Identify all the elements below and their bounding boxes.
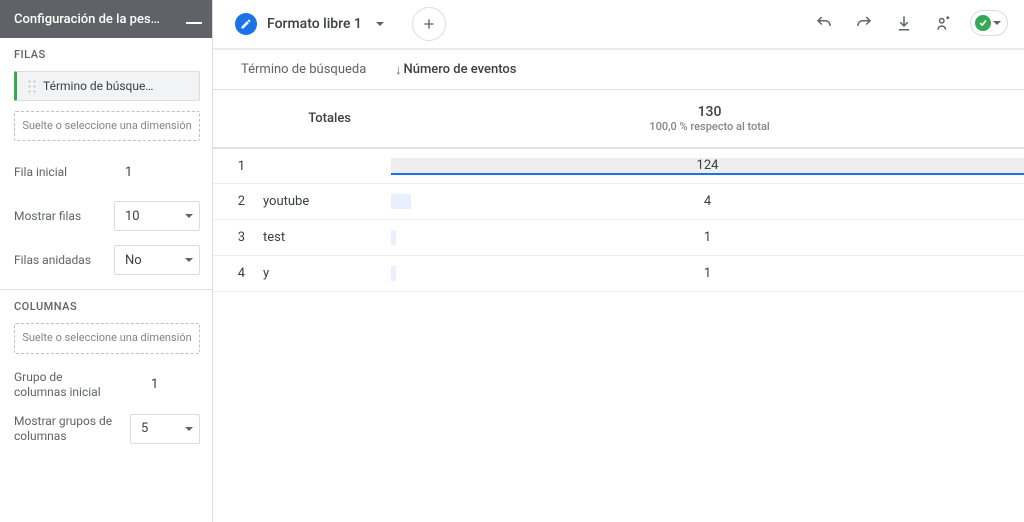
show-rows-label: Mostrar filas <box>14 209 81 223</box>
col-group-start-label: Grupo de columnas inicial <box>14 370 114 399</box>
metric-column-header[interactable]: ↓ Número de eventos <box>391 62 1024 78</box>
minimize-icon[interactable] <box>186 22 202 24</box>
row-metric: 4 <box>391 194 1024 209</box>
undo-button[interactable] <box>810 9 838 37</box>
col-group-start-input[interactable]: 1 <box>140 370 200 400</box>
row-index: 2 <box>213 194 263 209</box>
chevron-down-icon <box>185 258 193 262</box>
main-area: Formato libre 1 <box>213 0 1024 522</box>
totals-subtext: 100,0 % respecto al total <box>649 120 769 133</box>
download-button[interactable] <box>890 9 918 37</box>
share-button[interactable] <box>930 9 958 37</box>
start-row-label: Fila inicial <box>14 165 67 179</box>
sidebar-header: Configuración de la pes… <box>0 0 212 38</box>
sidebar-title: Configuración de la pes… <box>14 12 160 27</box>
row-value: 1 <box>704 230 711 245</box>
nested-rows-select[interactable]: No <box>114 245 200 275</box>
row-value: 1 <box>704 266 711 281</box>
chevron-down-icon <box>185 427 193 431</box>
settings-sidebar: Configuración de la pes… FILAS Término d… <box>0 0 213 522</box>
exploration-tab[interactable]: Formato libre 1 <box>235 13 384 35</box>
totals-row: Totales 130 100,0 % respecto al total <box>213 90 1024 148</box>
row-value: 124 <box>697 158 719 173</box>
bar-fill <box>391 194 411 209</box>
show-col-groups-label: Mostrar grupos de columnas <box>14 414 114 443</box>
chevron-down-icon[interactable] <box>376 22 384 26</box>
totals-label: Totales <box>213 111 391 126</box>
table-row[interactable]: 3test 1 <box>213 220 1024 256</box>
table-row[interactable]: 1 124 <box>213 148 1024 184</box>
dim-column-header[interactable]: Término de búsqueda <box>213 62 391 77</box>
show-rows-select[interactable]: 10 <box>114 201 200 231</box>
data-table: Término de búsqueda ↓ Número de eventos … <box>213 50 1024 292</box>
show-col-groups-select[interactable]: 5 <box>130 414 200 444</box>
row-value: 4 <box>704 194 711 209</box>
table-row[interactable]: 4y 1 <box>213 256 1024 292</box>
chevron-down-icon <box>185 214 193 218</box>
pencil-icon <box>235 13 257 35</box>
columns-section: COLUMNAS Suelte o seleccione una dimensi… <box>0 290 212 457</box>
sampling-toggle[interactable] <box>970 10 1008 36</box>
row-index: 4 <box>213 266 263 281</box>
row-dimension-chip[interactable]: Término de búsque… <box>14 71 200 101</box>
nested-rows-label: Filas anidadas <box>14 253 91 267</box>
totals-value: 130 <box>698 104 722 120</box>
row-index: 3 <box>213 230 263 245</box>
chevron-down-icon <box>993 21 1001 25</box>
rows-dropzone[interactable]: Suelte o seleccione una dimensión <box>14 111 200 141</box>
top-toolbar <box>810 9 1008 37</box>
table-header-row: Término de búsqueda ↓ Número de eventos <box>213 50 1024 90</box>
bar-fill <box>391 230 396 245</box>
arrow-down-icon: ↓ <box>395 62 402 78</box>
add-tab-button[interactable] <box>412 7 446 41</box>
check-icon <box>975 15 991 31</box>
row-metric: 1 <box>391 266 1024 281</box>
row-term: y <box>263 266 391 281</box>
chip-label: Término de búsque… <box>43 79 153 93</box>
grip-icon <box>27 79 37 93</box>
rows-section-title: FILAS <box>14 48 200 61</box>
tab-name: Formato libre 1 <box>267 16 362 32</box>
row-term: youtube <box>263 194 391 209</box>
row-metric: 1 <box>391 230 1024 245</box>
row-index: 1 <box>213 159 263 174</box>
columns-dropzone[interactable]: Suelte o seleccione una dimensión <box>14 323 200 353</box>
start-row-input[interactable]: 1 <box>114 157 200 187</box>
row-metric: 124 <box>391 158 1024 175</box>
redo-button[interactable] <box>850 9 878 37</box>
columns-section-title: COLUMNAS <box>14 300 200 313</box>
row-term: test <box>263 230 391 245</box>
rows-section: FILAS Término de búsque… Suelte o selecc… <box>0 38 212 290</box>
table-row[interactable]: 2youtube 4 <box>213 184 1024 220</box>
bar-fill <box>391 266 396 281</box>
